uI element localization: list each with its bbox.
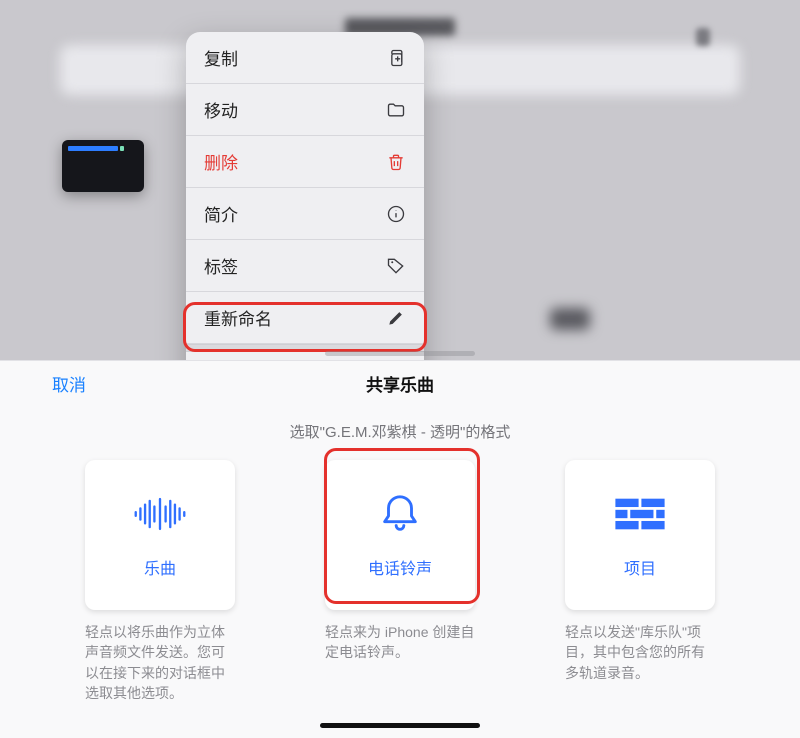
- bell-icon: [372, 491, 428, 537]
- menu-item-delete[interactable]: 删除: [186, 136, 424, 188]
- card-description: 轻点以将乐曲作为立体声音频文件发送。您可以在接下来的对话框中选取其他选项。: [85, 622, 235, 703]
- tag-icon: [386, 256, 406, 276]
- cancel-button[interactable]: 取消: [52, 371, 86, 396]
- info-icon: [386, 204, 406, 224]
- folder-icon: [386, 100, 406, 120]
- blurred-background-button: [696, 28, 710, 46]
- card-project[interactable]: 项目: [565, 460, 715, 610]
- context-menu: 复制 移动 删除 简介 标签: [186, 32, 424, 360]
- card-description: 轻点以发送"库乐队"项目，其中包含您的所有多轨道录音。: [565, 622, 715, 683]
- context-menu-backdrop: 复制 移动 删除 简介 标签: [0, 0, 800, 360]
- menu-item-label: 重新命名: [204, 305, 272, 330]
- bricks-icon: [612, 491, 668, 537]
- card-song[interactable]: 乐曲: [85, 460, 235, 610]
- waveform-icon: [132, 491, 188, 537]
- home-indicator: [320, 723, 480, 728]
- copy-icon: [386, 48, 406, 68]
- share-sheet: 取消 共享乐曲 选取"G.E.M.邓紫棋 - 透明"的格式: [0, 360, 800, 738]
- menu-item-tag[interactable]: 标签: [186, 240, 424, 292]
- share-sheet-subtitle: 选取"G.E.M.邓紫棋 - 透明"的格式: [0, 421, 800, 442]
- menu-item-label: 复制: [204, 45, 238, 70]
- card-label: 电话铃声: [368, 555, 432, 579]
- menu-item-label: 标签: [204, 253, 238, 278]
- home-indicator: [325, 351, 475, 356]
- menu-item-copy[interactable]: 复制: [186, 32, 424, 84]
- pencil-icon: [386, 308, 406, 328]
- card-ringtone[interactable]: 电话铃声: [325, 460, 475, 610]
- share-sheet-title: 共享乐曲: [366, 371, 434, 396]
- blurred-background-text: [550, 308, 590, 330]
- share-sheet-nav: 取消 共享乐曲: [0, 361, 800, 405]
- card-label: 乐曲: [144, 555, 176, 579]
- menu-item-label: 移动: [204, 97, 238, 122]
- share-format-cards: 乐曲 轻点以将乐曲作为立体声音频文件发送。您可以在接下来的对话框中选取其他选项。…: [0, 460, 800, 703]
- menu-item-label: 简介: [204, 201, 238, 226]
- card-label: 项目: [624, 555, 656, 579]
- menu-item-info[interactable]: 简介: [186, 188, 424, 240]
- menu-item-rename[interactable]: 重新命名: [186, 292, 424, 344]
- trash-icon: [386, 152, 406, 172]
- card-description: 轻点来为 iPhone 创建自定电话铃声。: [325, 622, 475, 663]
- menu-item-label: 删除: [204, 149, 238, 174]
- project-thumbnail[interactable]: [62, 140, 144, 192]
- menu-item-move[interactable]: 移动: [186, 84, 424, 136]
